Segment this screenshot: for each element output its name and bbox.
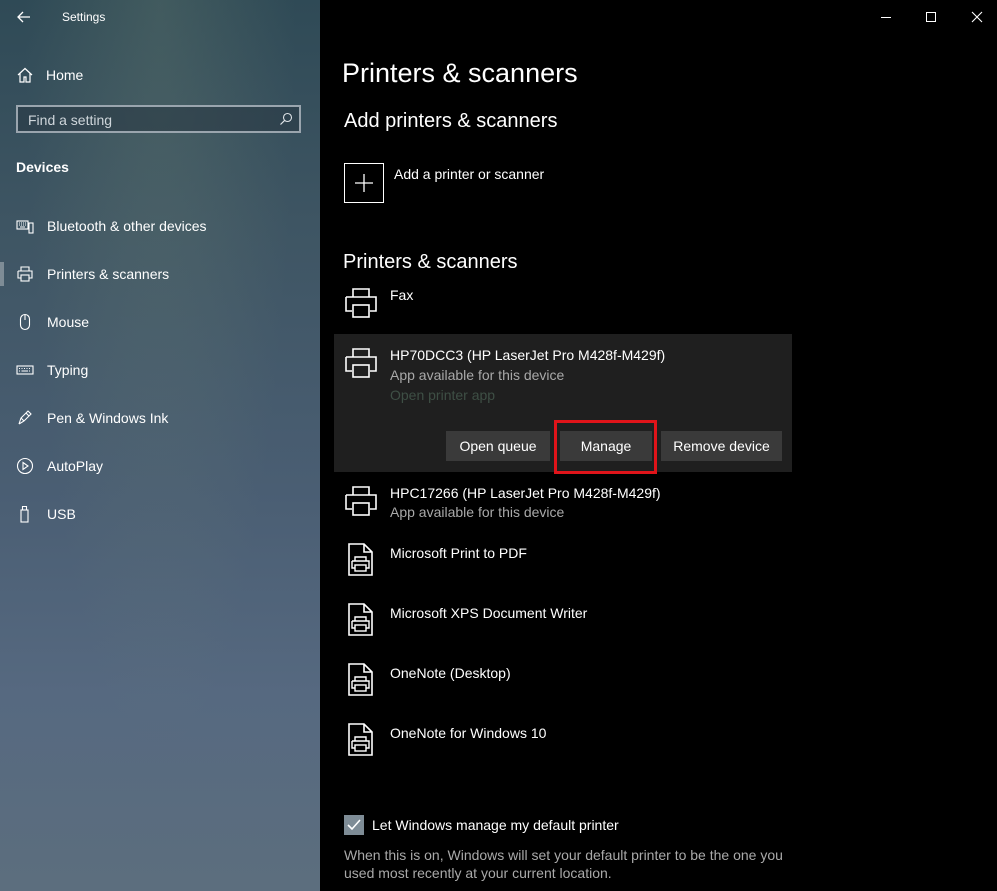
page-title: Printers & scanners (342, 58, 578, 88)
sidebar-item-usb[interactable]: USB (0, 490, 320, 538)
close-icon (971, 11, 983, 23)
sidebar-item-label: Typing (47, 362, 89, 378)
home-label: Home (46, 67, 84, 83)
open-queue-button[interactable]: Open queue (446, 431, 550, 461)
device-name: Microsoft Print to PDF (390, 545, 527, 561)
bluetooth-devices-icon (16, 220, 34, 234)
device-item-xps-writer[interactable]: Microsoft XPS Document Writer (334, 600, 792, 644)
back-button[interactable] (14, 6, 36, 28)
maximize-icon (926, 12, 936, 22)
pen-icon (18, 410, 32, 425)
open-printer-app-link[interactable]: Open printer app (390, 387, 495, 403)
main-content: Printers & scanners Add printers & scann… (320, 0, 997, 891)
device-item-fax[interactable]: Fax (334, 284, 792, 328)
close-button[interactable] (965, 5, 989, 29)
keyboard-icon (16, 365, 34, 375)
sidebar-item-label: Pen & Windows Ink (47, 410, 169, 426)
section-title: Devices (16, 159, 69, 175)
maximize-button[interactable] (919, 5, 943, 29)
app-title: Settings (62, 10, 106, 24)
device-name: HPC17266 (HP LaserJet Pro M428f-M429f) (390, 485, 661, 501)
add-printer-label[interactable]: Add a printer or scanner (394, 166, 544, 182)
sidebar-item-label: USB (47, 506, 76, 522)
document-printer-icon (348, 543, 373, 576)
device-item-hpc17266[interactable]: HPC17266 (HP LaserJet Pro M428f-M429f) A… (334, 480, 792, 524)
sidebar: Settings Home Devices Bluetooth & other … (0, 0, 320, 891)
sidebar-item-label: Mouse (47, 314, 90, 330)
sidebar-item-label: Bluetooth & other devices (47, 218, 207, 234)
checkmark-icon (347, 819, 361, 831)
device-name: Fax (390, 287, 414, 303)
device-item-onenote-win10[interactable]: OneNote for Windows 10 (334, 720, 792, 764)
document-printer-icon (348, 723, 373, 756)
device-name: OneNote (Desktop) (390, 665, 511, 681)
sidebar-item-label: AutoPlay (47, 458, 104, 474)
printer-icon (17, 266, 33, 282)
sidebar-item-autoplay[interactable]: AutoPlay (0, 442, 320, 490)
sidebar-item-pen[interactable]: Pen & Windows Ink (0, 394, 320, 442)
device-name: Microsoft XPS Document Writer (390, 605, 588, 621)
device-name: HP70DCC3 (HP LaserJet Pro M428f-M429f) (390, 347, 666, 363)
mouse-icon (19, 313, 31, 331)
device-status: App available for this device (390, 504, 565, 520)
printer-icon (345, 348, 377, 378)
add-printer-button[interactable] (344, 163, 384, 203)
device-status: App available for this device (390, 367, 565, 383)
device-item-print-to-pdf[interactable]: Microsoft Print to PDF (334, 540, 792, 584)
document-printer-icon (348, 603, 373, 636)
default-printer-label[interactable]: Let Windows manage my default printer (372, 817, 619, 833)
search-box[interactable] (16, 105, 301, 133)
add-section-title: Add printers & scanners (344, 110, 558, 132)
usb-icon (20, 505, 29, 523)
default-printer-description: When this is on, Windows will set your d… (344, 847, 783, 881)
remove-device-button[interactable]: Remove device (661, 431, 782, 461)
home-nav-item[interactable]: Home (16, 64, 83, 86)
autoplay-icon (16, 457, 34, 475)
printers-list-title: Printers & scanners (343, 251, 518, 273)
sidebar-nav: Bluetooth & other devices Printers & sca… (0, 202, 320, 538)
device-name: OneNote for Windows 10 (390, 725, 547, 741)
search-icon[interactable] (279, 112, 293, 126)
search-input[interactable] (18, 107, 280, 133)
printer-icon (345, 486, 377, 516)
manage-highlight-box (554, 420, 657, 474)
sidebar-item-label: Printers & scanners (47, 266, 170, 282)
document-printer-icon (348, 663, 373, 696)
device-item-onenote-desktop[interactable]: OneNote (Desktop) (334, 660, 792, 704)
home-icon (17, 67, 33, 83)
default-printer-checkbox[interactable] (344, 815, 364, 835)
printer-icon (345, 288, 377, 318)
sidebar-item-bluetooth[interactable]: Bluetooth & other devices (0, 202, 320, 250)
back-arrow-icon (17, 11, 30, 23)
minimize-icon (881, 17, 891, 18)
sidebar-item-mouse[interactable]: Mouse (0, 298, 320, 346)
sidebar-item-printers[interactable]: Printers & scanners (0, 250, 320, 298)
plus-icon (355, 174, 373, 192)
minimize-button[interactable] (874, 5, 898, 29)
sidebar-item-typing[interactable]: Typing (0, 346, 320, 394)
